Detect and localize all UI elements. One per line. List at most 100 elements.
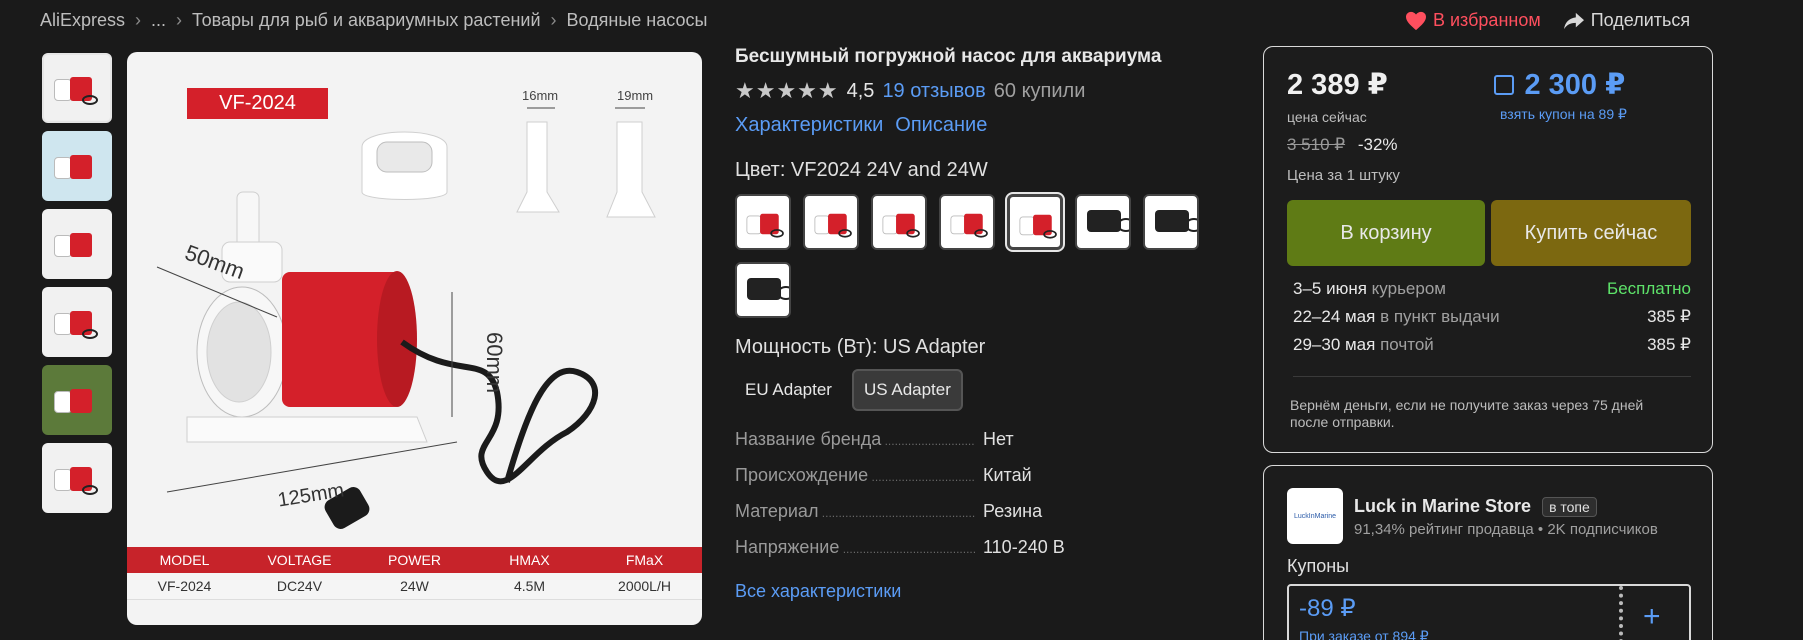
- coupon-condition: При заказе от 894 ₽: [1299, 628, 1429, 640]
- pump-image: [54, 151, 100, 183]
- breadcrumb-ellipsis[interactable]: ...: [151, 10, 166, 31]
- thumbnail-3[interactable]: [42, 209, 112, 279]
- current-price: 2 389 ₽: [1287, 69, 1388, 101]
- divider: [1293, 376, 1691, 377]
- top-actions: В избранном Поделиться: [1405, 10, 1690, 31]
- delivery-price: Бесплатно: [1607, 279, 1691, 298]
- rating-row: ★★★★★ 4,5 19 отзывов 60 купили: [735, 78, 1235, 104]
- color-variant-7[interactable]: [1143, 194, 1199, 250]
- coupon-price-box[interactable]: 2 300 ₽ взять купон на 89 ₽: [1494, 67, 1627, 123]
- breadcrumb-subcategory[interactable]: Водяные насосы: [567, 10, 708, 31]
- thumbnail-list: [42, 53, 112, 513]
- store-meta: 91,34% рейтинг продавца • 2K подписчиков: [1354, 521, 1658, 538]
- old-price: 3 510 ₽: [1287, 135, 1346, 154]
- delivery-method: почтой: [1380, 335, 1434, 354]
- delivery-date: 22–24 мая: [1293, 307, 1376, 326]
- share-icon: [1563, 12, 1584, 29]
- favorite-button[interactable]: В избранном: [1405, 10, 1541, 31]
- store-name-row: Luck in Marine Store в топе: [1354, 496, 1597, 517]
- delivery-price: 385 ₽: [1647, 307, 1691, 326]
- breadcrumb-category[interactable]: Товары для рыб и аквариумных растений: [192, 10, 541, 31]
- coupon-checkbox[interactable]: [1494, 74, 1514, 95]
- property-key: Название бренда: [735, 429, 975, 450]
- reviews-link[interactable]: 19 отзывов: [882, 80, 985, 103]
- color-variant-5[interactable]: [1005, 192, 1065, 252]
- star-rating-icon: ★★★★★: [735, 78, 839, 103]
- delivery-date: 29–30 мая: [1293, 335, 1376, 354]
- color-variant-6[interactable]: [1075, 194, 1131, 250]
- buy-now-button[interactable]: Купить сейчас: [1491, 200, 1691, 266]
- spec-header-cell: POWER: [388, 552, 441, 568]
- pump-illustration: 16mm 19mm 50mm 60mm 125mm: [156, 88, 656, 529]
- chevron-right-icon: ›: [550, 10, 557, 30]
- thumbnail-5[interactable]: [42, 365, 112, 435]
- thumbnail-6[interactable]: [42, 443, 112, 513]
- property-row: Напряжение 110-240 В: [735, 537, 1235, 573]
- color-variant-4[interactable]: [939, 194, 995, 250]
- color-variant-3[interactable]: [871, 194, 927, 250]
- adapter-image: [1087, 210, 1129, 232]
- tab-description[interactable]: Описание: [895, 114, 987, 137]
- property-row: Название бренда Нет: [735, 429, 1235, 465]
- property-value: Резина: [983, 501, 1043, 521]
- properties-list: Название бренда Нет Происхождение Китай …: [735, 429, 1235, 573]
- product-title: Бесшумный погружной насос для аквариума: [735, 46, 1162, 67]
- property-value: Китай: [983, 465, 1032, 485]
- pump-image: [882, 210, 921, 238]
- delivery-method: курьером: [1371, 279, 1446, 298]
- color-variant-1[interactable]: [735, 194, 791, 250]
- spec-cell: 4.5M: [513, 578, 546, 594]
- delivery-method: в пункт выдачи: [1380, 307, 1500, 326]
- all-specs-link[interactable]: Все характеристики: [735, 581, 1235, 602]
- per-unit-label: Цена за 1 штуку: [1287, 167, 1400, 184]
- property-row: Происхождение Китай: [735, 465, 1235, 501]
- store-logo-text: LuckInMarine: [1293, 512, 1337, 520]
- power-option-eu[interactable]: EU Adapter: [735, 369, 842, 411]
- store-coupon[interactable]: -89 ₽ При заказе от 894 ₽ +: [1287, 584, 1691, 640]
- breadcrumb-aliexpress[interactable]: AliExpress: [40, 10, 125, 31]
- delivery-options: 3–5 июня курьером Бесплатно 22–24 мая в …: [1293, 279, 1691, 363]
- thumbnail-4[interactable]: [42, 287, 112, 357]
- pump-image: [54, 307, 100, 339]
- color-variant-8[interactable]: [735, 262, 791, 318]
- tab-specs[interactable]: Характеристики: [735, 114, 883, 137]
- refund-note: Вернём деньги, если не получите заказ че…: [1290, 397, 1644, 430]
- property-row: Материал Резина: [735, 501, 1235, 537]
- adapter-image: [1155, 210, 1197, 232]
- discount-badge: -32%: [1357, 135, 1398, 154]
- pump-image: [746, 210, 785, 238]
- dim-label-1: 16mm: [522, 88, 558, 103]
- coupon-perforation: [1619, 586, 1623, 640]
- add-to-cart-button[interactable]: В корзину: [1287, 200, 1485, 266]
- adapter-image: [747, 278, 789, 300]
- store-name[interactable]: Luck in Marine Store: [1354, 496, 1531, 516]
- heart-icon: [1406, 11, 1426, 30]
- bought-count: 60 купили: [993, 79, 1086, 102]
- plus-icon[interactable]: +: [1643, 600, 1661, 634]
- spec-header-cell: VOLTAGE: [267, 552, 332, 568]
- main-product-image[interactable]: VF-2024 16mm 19mm 50mm 60mm 125mm MODEL …: [127, 52, 702, 625]
- product-info: Бесшумный погружной насос для аквариума …: [735, 46, 1235, 602]
- color-label: Цвет: VF2024 24V and 24W: [735, 159, 988, 181]
- spec-table: MODEL VOLTAGE POWER HMAX FMaX VF-2024 DC…: [127, 547, 702, 600]
- delivery-row: 29–30 мая почтой 385 ₽: [1293, 335, 1691, 363]
- spec-header-cell: MODEL: [159, 552, 210, 568]
- old-price-row: 3 510 ₽ -32%: [1287, 135, 1398, 155]
- store-logo[interactable]: LuckInMarine: [1287, 488, 1343, 544]
- dim-label-2: 19mm: [617, 88, 653, 103]
- property-key: Происхождение: [735, 465, 975, 486]
- thumbnail-1[interactable]: [42, 53, 112, 123]
- power-options: EU Adapter US Adapter: [735, 369, 1235, 411]
- share-button[interactable]: Поделиться: [1563, 10, 1690, 31]
- power-option-us[interactable]: US Adapter: [851, 369, 963, 411]
- thumbnail-2[interactable]: [42, 131, 112, 201]
- color-variant-2[interactable]: [803, 194, 859, 250]
- product-page: AliExpress › ... › Товары для рыб и аква…: [0, 0, 1803, 640]
- coupon-label[interactable]: взять купон на 89 ₽: [1500, 106, 1627, 123]
- spec-table-header: MODEL VOLTAGE POWER HMAX FMaX: [127, 547, 702, 573]
- purchase-card: 2 389 ₽ цена сейчас 2 300 ₽ взять купон …: [1263, 46, 1713, 453]
- dim-label-4: 60mm: [482, 332, 507, 393]
- property-value: Нет: [983, 429, 1014, 449]
- spec-cell: 2000L/H: [618, 578, 671, 594]
- power-label: Мощность (Вт): US Adapter: [735, 336, 986, 358]
